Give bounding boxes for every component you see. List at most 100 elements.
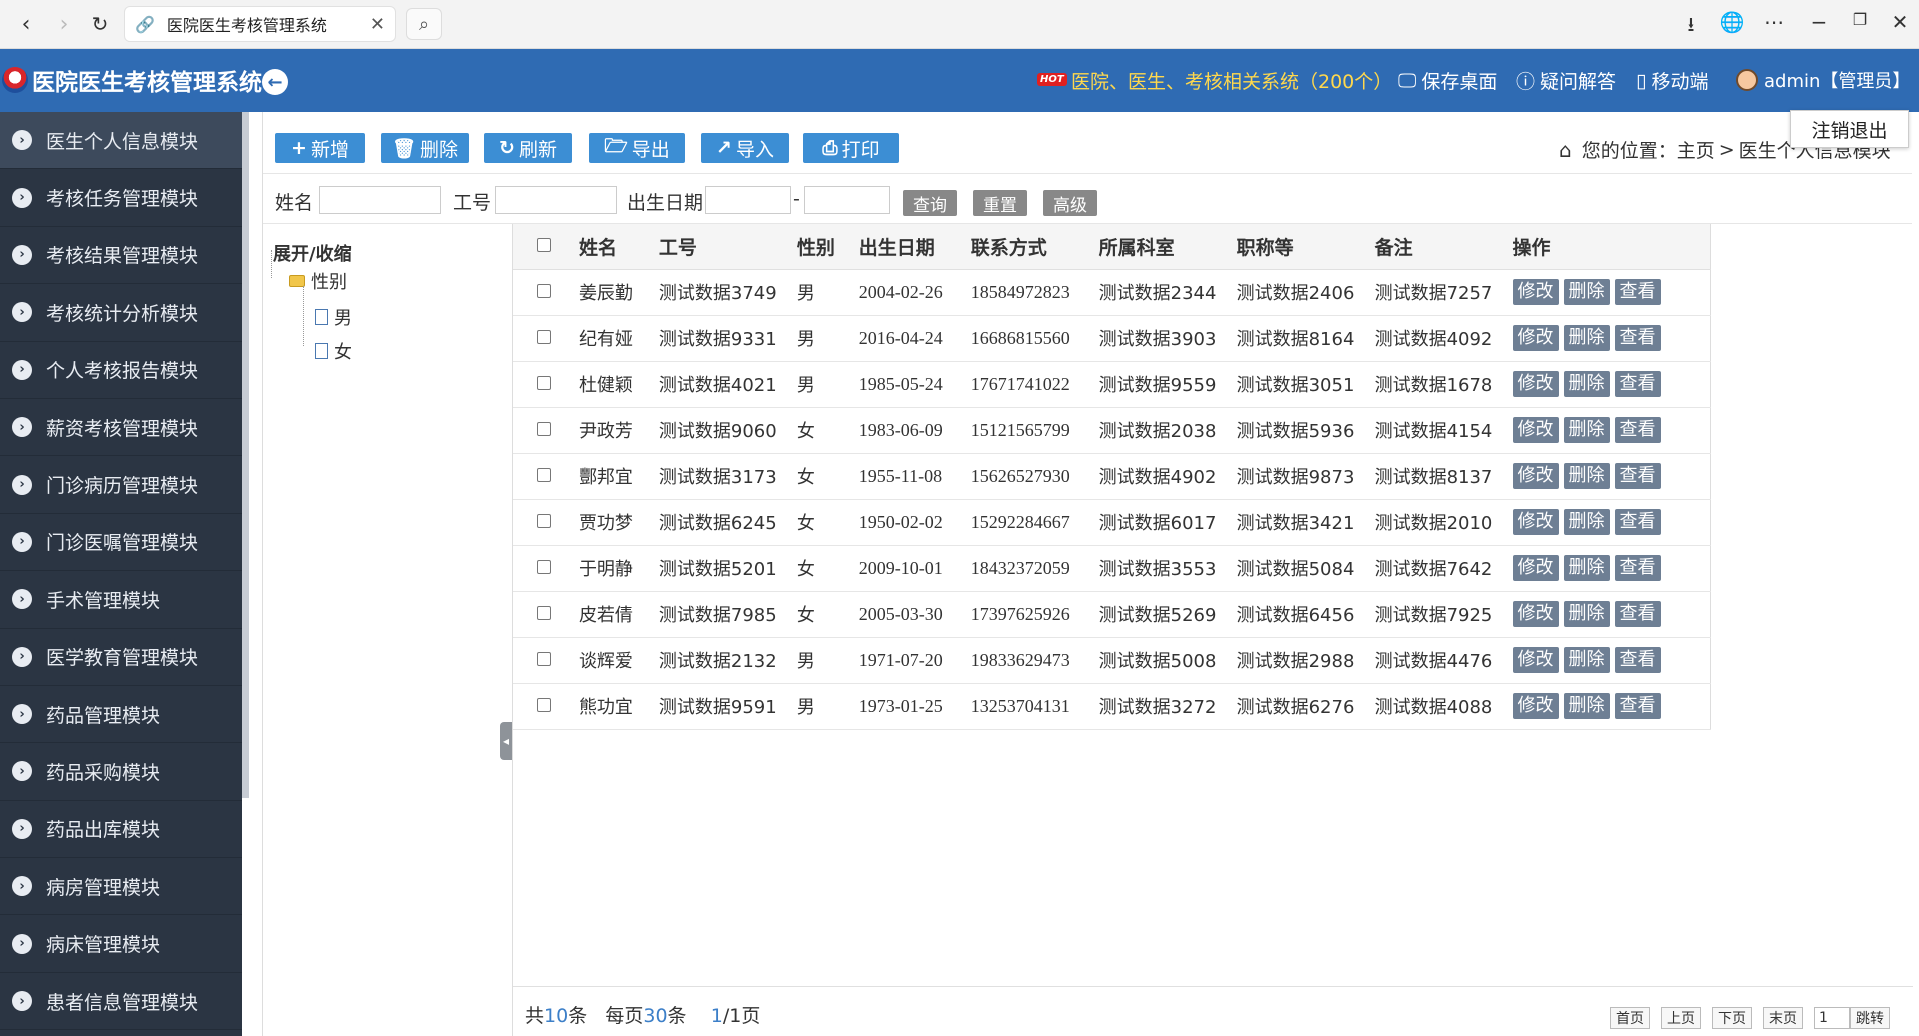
view-button[interactable]: 查看 — [1614, 555, 1661, 581]
row-checkbox[interactable] — [537, 559, 551, 574]
view-button[interactable]: 查看 — [1614, 417, 1661, 443]
delete-row-button[interactable]: 删除 — [1563, 279, 1610, 305]
edit-button[interactable]: 修改 — [1512, 371, 1559, 397]
col-note[interactable]: 备注 — [1364, 224, 1503, 270]
sidebar-item[interactable]: › 药品出库模块 — [0, 801, 242, 859]
edit-button[interactable]: 修改 — [1512, 693, 1559, 719]
table-row[interactable]: 姜辰勤 测试数据3749 男 2004-02-26 18584972823 测试数据234… — [513, 269, 1711, 316]
view-button[interactable]: 查看 — [1614, 279, 1661, 305]
delete-row-button[interactable]: 删除 — [1563, 509, 1610, 535]
col-birth[interactable]: 出生日期 — [848, 224, 961, 270]
goto-page-input[interactable]: 1 — [1814, 1007, 1850, 1029]
logout-button[interactable]: 注销退出 — [1790, 110, 1909, 148]
row-checkbox[interactable] — [537, 329, 551, 344]
breadcrumb-home[interactable]: 主页 — [1677, 136, 1715, 163]
row-checkbox[interactable] — [537, 651, 551, 666]
last-page-button[interactable]: 末页 — [1763, 1007, 1803, 1029]
delete-row-button[interactable]: 删除 — [1563, 371, 1610, 397]
table-row[interactable]: 纪有娅 测试数据9331 男 2016-04-24 16686815560 测试数据390… — [513, 315, 1711, 362]
table-row[interactable]: 谈辉爱 测试数据2132 男 1971-07-20 19833629473 测试数据500… — [513, 637, 1711, 684]
edit-button[interactable]: 修改 — [1512, 555, 1559, 581]
view-button[interactable]: 查看 — [1614, 601, 1661, 627]
first-page-button[interactable]: 首页 — [1610, 1007, 1650, 1029]
edit-button[interactable]: 修改 — [1512, 463, 1559, 489]
table-row[interactable]: 酆邦宜 测试数据3173 女 1955-11-08 15626527930 测试数据490… — [513, 453, 1711, 500]
edit-button[interactable]: 修改 — [1512, 647, 1559, 673]
restore-icon[interactable]: ❐ — [1846, 10, 1874, 29]
col-phone[interactable]: 联系方式 — [960, 224, 1089, 270]
col-title[interactable]: 职称等 — [1226, 224, 1365, 270]
row-checkbox[interactable] — [537, 605, 551, 620]
col-id[interactable]: 工号 — [648, 224, 787, 270]
id-input[interactable] — [495, 186, 617, 214]
print-button[interactable]: ⎙ 打印 — [803, 133, 899, 163]
sidebar-scrollbar[interactable] — [242, 112, 249, 798]
table-row[interactable]: 于明静 测试数据5201 女 2009-10-01 18432372059 测试数据355… — [513, 545, 1711, 592]
related-systems-link[interactable]: 医院、医生、考核相关系统（200个） — [1071, 67, 1392, 94]
minimize-icon[interactable]: − — [1805, 10, 1833, 34]
edit-button[interactable]: 修改 — [1512, 325, 1559, 351]
table-row[interactable]: 尹政芳 测试数据9060 女 1983-06-09 15121565799 测试数据203… — [513, 407, 1711, 454]
reload-icon[interactable]: ↻ — [84, 8, 116, 40]
sidebar-item[interactable]: › 薪资考核管理模块 — [0, 399, 242, 457]
next-page-button[interactable]: 下页 — [1712, 1007, 1752, 1029]
view-button[interactable]: 查看 — [1614, 693, 1661, 719]
edit-button[interactable]: 修改 — [1512, 601, 1559, 627]
birth-end-input[interactable] — [804, 186, 890, 214]
sidebar-item[interactable]: › 药品管理模块 — [0, 686, 242, 744]
import-button[interactable]: ↗ 导入 — [701, 133, 789, 163]
close-window-icon[interactable]: ✕ — [1886, 10, 1914, 34]
sidebar-item[interactable]: › 患者信息管理模块 — [0, 973, 242, 1031]
table-row[interactable]: 熊功宜 测试数据9591 男 1973-01-25 13253704131 测试数据327… — [513, 683, 1711, 730]
forward-icon[interactable]: › — [48, 8, 80, 40]
sidebar-item[interactable]: › 个人考核报告模块 — [0, 342, 242, 399]
table-row[interactable]: 贾功梦 测试数据6245 女 1950-02-02 15292284667 测试数据601… — [513, 499, 1711, 546]
row-checkbox[interactable] — [537, 375, 551, 390]
sidebar-item[interactable]: › 考核结果管理模块 — [0, 227, 242, 285]
col-gender[interactable]: 性别 — [786, 224, 849, 270]
query-button[interactable]: 查询 — [903, 190, 957, 216]
sidebar-item[interactable]: › 病床管理模块 — [0, 915, 242, 973]
row-checkbox[interactable] — [537, 513, 551, 528]
delete-row-button[interactable]: 删除 — [1563, 463, 1610, 489]
mobile-link[interactable]: ▯ 移动端 — [1636, 67, 1708, 94]
edit-button[interactable]: 修改 — [1512, 279, 1559, 305]
row-checkbox[interactable] — [537, 421, 551, 436]
search-icon[interactable]: ⌕ — [406, 8, 442, 40]
view-button[interactable]: 查看 — [1614, 463, 1661, 489]
close-tab-icon[interactable]: ✕ — [370, 14, 385, 35]
globe-icon[interactable]: 🌐 — [1718, 10, 1746, 34]
add-button[interactable]: + 新增 — [275, 133, 365, 163]
sidebar-item[interactable]: › 手术管理模块 — [0, 571, 242, 629]
delete-row-button[interactable]: 删除 — [1563, 555, 1610, 581]
col-name[interactable]: 姓名 — [568, 224, 649, 270]
col-dept[interactable]: 所属科室 — [1088, 224, 1227, 270]
tree-node-male[interactable]: 男 — [315, 304, 352, 330]
birth-start-input[interactable] — [705, 186, 791, 214]
export-button[interactable]: 🗁 导出 — [589, 133, 685, 163]
tree-node-female[interactable]: 女 — [315, 338, 352, 364]
sidebar-item[interactable]: › 门诊医嘱管理模块 — [0, 514, 242, 572]
tree-node-gender[interactable]: 性别 — [289, 268, 347, 294]
sidebar-item[interactable]: › 药品采购模块 — [0, 743, 242, 801]
row-checkbox[interactable] — [537, 283, 551, 298]
sidebar-item[interactable]: › 医生个人信息模块 — [0, 112, 242, 170]
collapse-menu-icon[interactable]: ← — [262, 69, 288, 95]
prev-page-button[interactable]: 上页 — [1661, 1007, 1701, 1029]
view-button[interactable]: 查看 — [1614, 325, 1661, 351]
edit-button[interactable]: 修改 — [1512, 417, 1559, 443]
delete-row-button[interactable]: 删除 — [1563, 601, 1610, 627]
view-button[interactable]: 查看 — [1614, 647, 1661, 673]
sidebar-item[interactable]: › 考核统计分析模块 — [0, 284, 242, 342]
sidebar-item[interactable]: › 医学教育管理模块 — [0, 629, 242, 686]
jump-button[interactable]: 跳转 — [1850, 1007, 1890, 1029]
back-icon[interactable]: ‹ — [10, 8, 42, 40]
download-icon[interactable]: ⭳ — [1677, 10, 1705, 44]
delete-row-button[interactable]: 删除 — [1563, 647, 1610, 673]
table-row[interactable]: 杜健颖 测试数据4021 男 1985-05-24 17671741022 测试数据955… — [513, 361, 1711, 408]
more-icon[interactable]: ⋯ — [1760, 10, 1788, 34]
sidebar-item[interactable]: › 考核任务管理模块 — [0, 169, 242, 227]
select-all-checkbox[interactable] — [537, 238, 551, 253]
edit-button[interactable]: 修改 — [1512, 509, 1559, 535]
sidebar-item[interactable]: › 病房管理模块 — [0, 858, 242, 916]
